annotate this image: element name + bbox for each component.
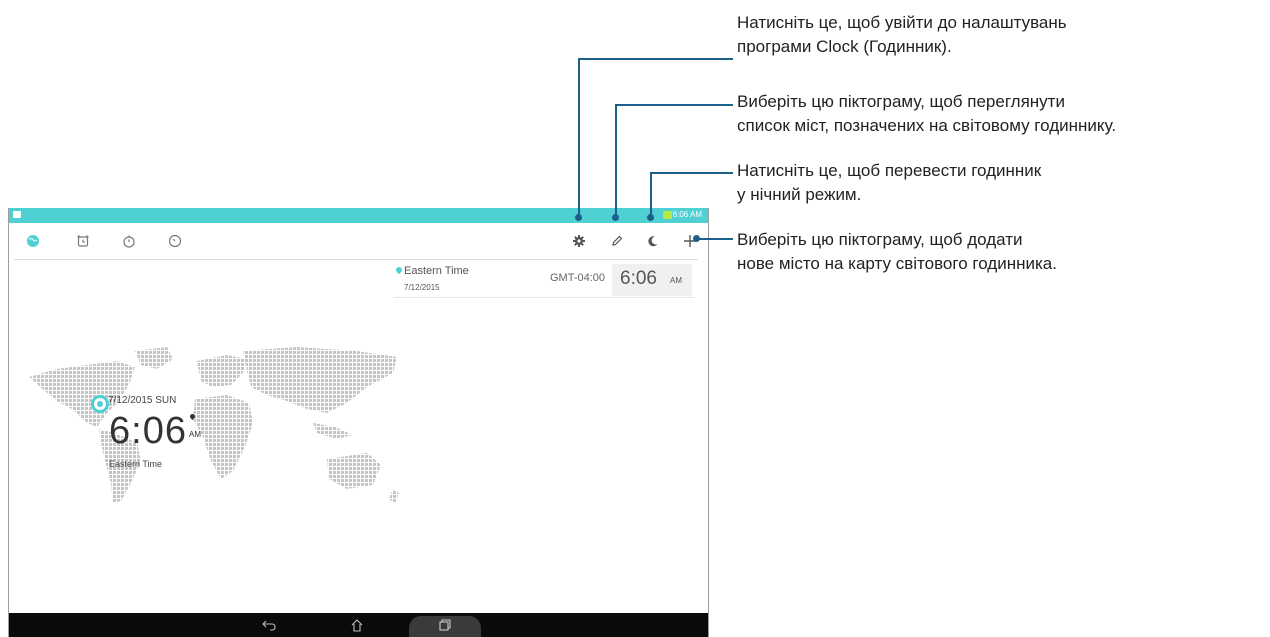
callout-dot-edit	[612, 214, 619, 221]
map-clock-time: 6:06	[109, 410, 187, 452]
callout-edit: Виберіть цю піктограму, щоб переглянути …	[737, 90, 1116, 138]
callout-add: Виберіть цю піктограму, щоб додати нове …	[737, 228, 1057, 276]
callout-line-night-h	[650, 172, 733, 174]
callout-night: Натисніть це, щоб перевести годинник у н…	[737, 159, 1041, 207]
city-ampm: AM	[670, 276, 682, 285]
callout-settings: Натисніть це, щоб увійти до налаштувань …	[737, 11, 1067, 59]
status-bar: 6:06 AM	[9, 208, 708, 223]
callout-night-line1: Натисніть це, щоб перевести годинник	[737, 161, 1042, 180]
callout-dot-add	[693, 235, 700, 242]
callout-line-add-h	[697, 238, 733, 240]
city-name: Eastern Time	[404, 265, 469, 277]
city-time-box: 6:06 AM	[612, 264, 692, 296]
callout-line-settings-h	[578, 58, 733, 60]
callout-settings-line1: Натисніть це, щоб увійти до налаштувань	[737, 13, 1067, 32]
callout-night-line2: у нічний режим.	[737, 185, 862, 204]
tab-stopwatch[interactable]	[115, 223, 143, 259]
callout-add-line1: Виберіть цю піктограму, щоб додати	[737, 230, 1023, 249]
map-clock-date: 7/12/2015 SUN	[108, 395, 177, 406]
navigation-bar	[9, 613, 708, 637]
back-button[interactable]	[257, 613, 281, 637]
location-marker-icon	[91, 395, 109, 413]
callout-edit-line1: Виберіть цю піктограму, щоб переглянути	[737, 92, 1065, 111]
toolbar	[9, 223, 708, 259]
world-map	[29, 347, 399, 503]
tab-world-clock[interactable]	[19, 223, 47, 259]
toolbar-divider	[14, 259, 698, 260]
map-clock-ampm: AM	[189, 430, 201, 439]
recent-apps-button[interactable]	[433, 613, 457, 637]
tab-timer[interactable]	[161, 223, 189, 259]
tab-alarm[interactable]	[69, 223, 97, 259]
battery-icon	[663, 211, 672, 219]
status-time: 6:06 AM	[672, 210, 702, 219]
moon-icon	[648, 236, 658, 247]
timer-icon	[168, 234, 182, 248]
globe-icon	[27, 235, 39, 247]
gear-icon	[573, 235, 585, 247]
recent-apps-icon	[439, 619, 451, 631]
callout-dot-night	[647, 214, 654, 221]
location-pin-icon	[394, 265, 404, 275]
pencil-icon	[612, 235, 623, 246]
callout-dot-settings	[575, 214, 582, 221]
city-time: 6:06	[620, 268, 657, 289]
city-date: 7/12/2015	[404, 283, 440, 292]
callout-line-edit-v	[615, 104, 617, 218]
tablet-screen: 6:06 AM Eastern Time 7/12/2015 GMT-04:00…	[8, 208, 709, 637]
city-gmt-offset: GMT-04:00	[550, 272, 606, 284]
add-city-button[interactable]	[676, 223, 704, 259]
alarm-icon	[77, 235, 89, 247]
city-list-item[interactable]: Eastern Time 7/12/2015 GMT-04:00 6:06 AM	[394, 264, 694, 300]
notification-icon	[13, 211, 21, 218]
callout-edit-line2: список міст, позначених на світовому год…	[737, 116, 1117, 135]
city-row-divider	[394, 297, 694, 298]
callout-line-settings-v	[578, 58, 580, 218]
back-icon	[262, 620, 276, 631]
callout-line-night-v	[650, 172, 652, 218]
home-icon	[351, 619, 363, 632]
edit-button[interactable]	[603, 223, 631, 259]
callout-add-line2: нове місто на карту світового годинника.	[737, 254, 1057, 273]
home-button[interactable]	[345, 613, 369, 637]
settings-button[interactable]	[565, 223, 593, 259]
stopwatch-icon	[123, 235, 135, 248]
callout-line-edit-h	[615, 104, 733, 106]
map-clock-zone: Eastern Time	[109, 459, 163, 469]
callout-settings-line2: програми Clock (Годинник).	[737, 37, 952, 56]
night-mode-button[interactable]	[639, 223, 667, 259]
